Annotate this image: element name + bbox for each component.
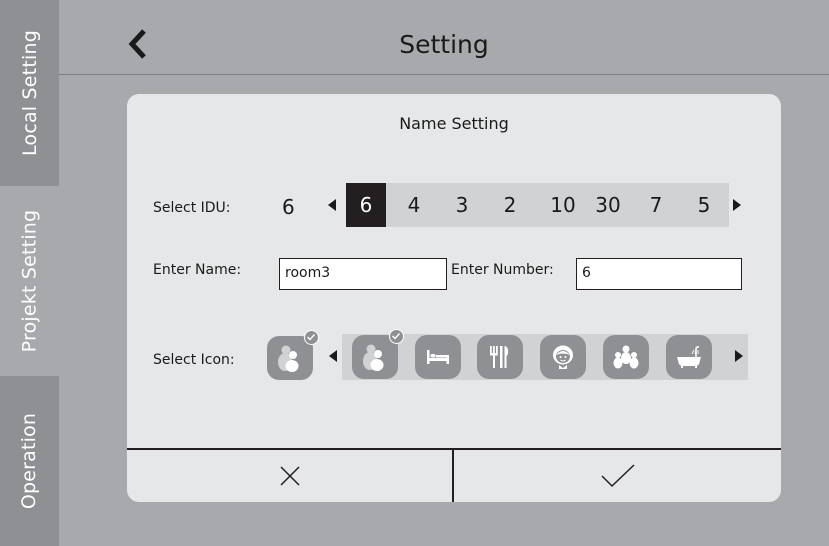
- close-icon: [279, 466, 300, 486]
- select-icon-label: Select Icon:: [153, 352, 235, 368]
- idu-option[interactable]: 5: [684, 183, 724, 227]
- select-idu-label: Select IDU:: [153, 200, 231, 216]
- bathtub-icon: [677, 346, 701, 368]
- idu-current-value: 6: [282, 195, 295, 219]
- family-icon: [613, 345, 639, 369]
- app-window: Local Setting Projekt Setting Operation …: [0, 0, 829, 546]
- girl-face-icon: [553, 345, 573, 369]
- check-badge-icon: [389, 329, 404, 344]
- tab-projekt-setting-label: Projekt Setting: [18, 209, 41, 353]
- dialog-title: Name Setting: [399, 114, 509, 133]
- dining-icon: [490, 346, 509, 368]
- name-input[interactable]: room3: [279, 258, 447, 290]
- check-badge-icon: [304, 330, 319, 345]
- icon-option-people[interactable]: [352, 329, 404, 379]
- people-icon: [363, 344, 384, 371]
- icon-option-bath[interactable]: [666, 335, 712, 379]
- icon-option-family[interactable]: [603, 335, 649, 379]
- tab-operation-label: Operation: [18, 412, 41, 510]
- icon-next-arrow[interactable]: [735, 350, 743, 362]
- idu-next-arrow[interactable]: [733, 199, 741, 211]
- bed-icon: [427, 350, 449, 364]
- page-title: Setting: [399, 30, 489, 59]
- tab-operation[interactable]: Operation: [0, 376, 59, 546]
- name-setting-dialog: Name Setting Select IDU: 6 6 4 3 2 10 30…: [127, 94, 781, 502]
- idu-option[interactable]: 10: [543, 183, 583, 227]
- idu-option[interactable]: 4: [394, 183, 434, 227]
- idu-selector-strip: 6 4 3 2 10 30 7 5: [346, 183, 729, 227]
- idu-option[interactable]: 7: [636, 183, 676, 227]
- icon-option-bed[interactable]: [415, 335, 461, 379]
- cancel-button[interactable]: [127, 450, 452, 502]
- enter-name-label: Enter Name:: [153, 262, 242, 278]
- people-icon: [278, 345, 299, 372]
- idu-option[interactable]: 2: [490, 183, 530, 227]
- idu-option[interactable]: 6: [346, 183, 386, 227]
- idu-option[interactable]: 30: [588, 183, 628, 227]
- idu-option[interactable]: 3: [442, 183, 482, 227]
- icon-prev-arrow[interactable]: [329, 350, 337, 362]
- icon-option-girl[interactable]: [540, 335, 586, 379]
- icon-option-dining[interactable]: [477, 335, 523, 379]
- tab-local-setting[interactable]: Local Setting: [0, 0, 59, 186]
- idu-prev-arrow[interactable]: [328, 199, 336, 211]
- active-tab-pointer: [51, 272, 59, 288]
- checkmark-icon: [600, 464, 635, 488]
- tab-local-setting-label: Local Setting: [18, 30, 41, 156]
- enter-number-label: Enter Number:: [451, 262, 554, 278]
- confirm-button[interactable]: [454, 450, 781, 502]
- header: Setting: [59, 0, 829, 75]
- current-icon-preview: [267, 330, 319, 380]
- number-input[interactable]: 6: [576, 258, 742, 290]
